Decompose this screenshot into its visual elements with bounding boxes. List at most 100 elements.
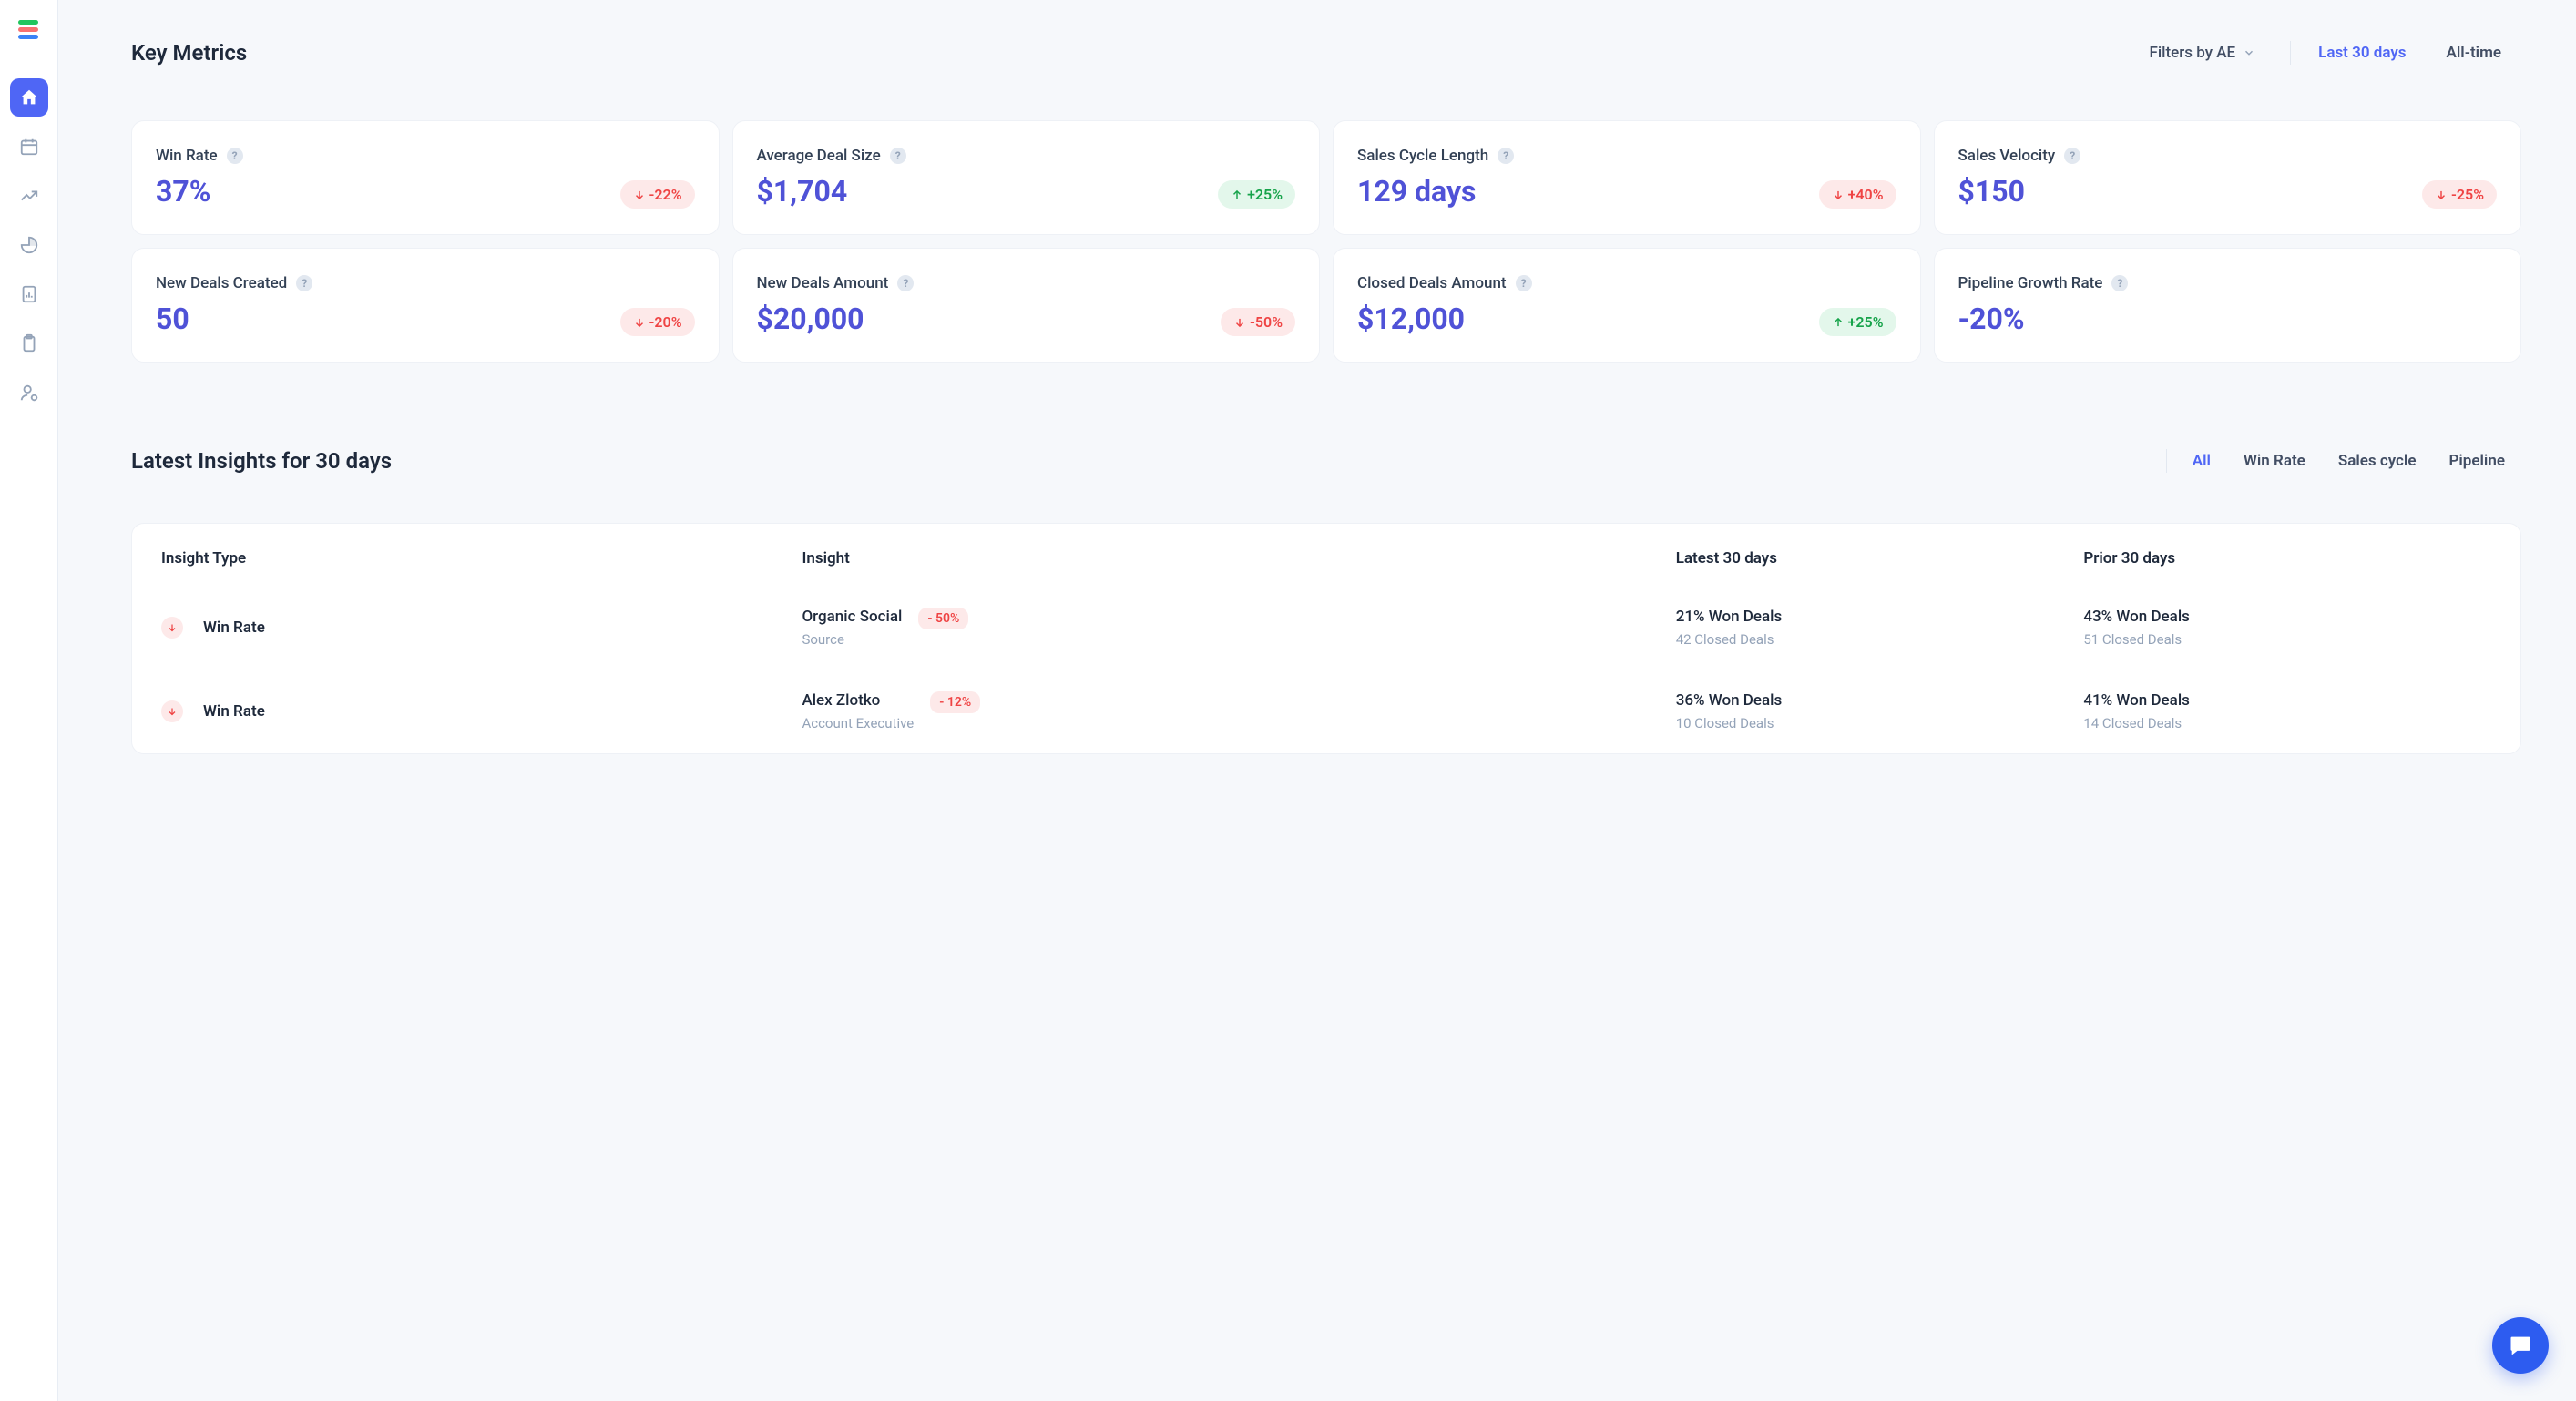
- help-icon[interactable]: ?: [2064, 148, 2080, 164]
- chat-icon: [2508, 1333, 2533, 1358]
- col-latest: Latest 30 days: [1676, 549, 2084, 568]
- trend-icon: [19, 186, 39, 206]
- help-icon[interactable]: ?: [1498, 148, 1514, 164]
- metric-delta-text: -50%: [1250, 313, 1283, 331]
- metric-value: $1,704: [757, 174, 906, 209]
- insights-tab-winrate[interactable]: Win Rate: [2227, 445, 2322, 477]
- metric-card: New Deals Amount? $20,000 -50%: [732, 248, 1321, 363]
- sidebar: [0, 0, 58, 1401]
- insight-sub: Source: [802, 631, 902, 648]
- help-icon[interactable]: ?: [890, 148, 906, 164]
- prior-sub: 51 Closed Deals: [2083, 631, 2491, 648]
- metric-label: New Deals Created: [156, 274, 287, 292]
- main-content: Key Metrics Filters by AE Last 30 days A…: [58, 0, 2576, 1401]
- insight-name: Alex Zlotko: [802, 691, 914, 710]
- metric-card: Win Rate? 37% -22%: [131, 120, 720, 235]
- metric-value: 37%: [156, 174, 243, 209]
- help-icon[interactable]: ?: [2111, 275, 2128, 291]
- pie-icon: [19, 235, 39, 255]
- metric-delta: -25%: [2422, 180, 2497, 209]
- user-gear-icon: [19, 383, 39, 403]
- insights-table: Insight Type Insight Latest 30 days Prio…: [131, 523, 2521, 754]
- nav-pie[interactable]: [10, 226, 48, 264]
- metric-card: Sales Velocity? $150 -25%: [1934, 120, 2522, 235]
- insight-name: Organic Social: [802, 608, 902, 626]
- calendar-icon: [19, 137, 39, 157]
- filter-label: Filters by AE: [2149, 44, 2235, 62]
- insight-delta-badge: - 12%: [930, 691, 980, 713]
- metric-label: Win Rate: [156, 147, 218, 165]
- metric-delta: -22%: [620, 180, 695, 209]
- trend-down-icon: [161, 617, 183, 639]
- col-prior: Prior 30 days: [2083, 549, 2491, 568]
- metric-value: 50: [156, 302, 312, 336]
- latest-main: 21% Won Deals: [1676, 608, 2084, 626]
- metric-delta: -50%: [1221, 308, 1295, 336]
- metric-delta: -20%: [620, 308, 695, 336]
- metric-value: -20%: [1958, 302, 2129, 336]
- metric-delta-text: -20%: [649, 313, 682, 331]
- nav-analytics[interactable]: [10, 177, 48, 215]
- metric-value: $150: [1958, 174, 2081, 209]
- metric-label: Sales Cycle Length: [1357, 147, 1488, 165]
- col-insight-type: Insight Type: [161, 549, 802, 568]
- metric-delta: +25%: [1819, 308, 1896, 336]
- metric-delta-text: +25%: [1247, 186, 1283, 203]
- page-title: Key Metrics: [131, 40, 247, 66]
- home-icon: [19, 87, 39, 107]
- app-logo: [18, 20, 40, 42]
- insights-tab-pipeline[interactable]: Pipeline: [2432, 445, 2521, 477]
- insights-tab-salescycle[interactable]: Sales cycle: [2322, 445, 2433, 477]
- metric-value: $20,000: [757, 302, 915, 336]
- insight-type: Win Rate: [203, 702, 265, 721]
- metric-delta-text: -25%: [2451, 186, 2484, 203]
- insight-type: Win Rate: [203, 619, 265, 637]
- help-icon[interactable]: ?: [1516, 275, 1532, 291]
- table-row[interactable]: Win Rate Alex Zlotko Account Executive - 12…: [132, 670, 2520, 753]
- metric-value: 129 days: [1357, 174, 1514, 209]
- insight-sub: Account Executive: [802, 715, 914, 731]
- latest-sub: 42 Closed Deals: [1676, 631, 2084, 648]
- insight-delta-badge: - 50%: [918, 608, 968, 629]
- metric-label: Sales Velocity: [1958, 147, 2056, 165]
- metric-value: $12,000: [1357, 302, 1532, 336]
- metric-label: Pipeline Growth Rate: [1958, 274, 2103, 292]
- metric-label: Closed Deals Amount: [1357, 274, 1507, 292]
- metric-delta: +25%: [1218, 180, 1295, 209]
- nav-home[interactable]: [10, 78, 48, 117]
- clipboard-icon: [19, 333, 39, 353]
- col-insight: Insight: [802, 549, 1675, 568]
- nav-clipboard[interactable]: [10, 324, 48, 363]
- insights-tab-all[interactable]: All: [2176, 445, 2227, 477]
- metric-card: New Deals Created? 50 -20%: [131, 248, 720, 363]
- range-tab-last-30[interactable]: Last 30 days: [2298, 36, 2426, 69]
- prior-main: 41% Won Deals: [2083, 691, 2491, 710]
- nav-calendar[interactable]: [10, 128, 48, 166]
- prior-main: 43% Won Deals: [2083, 608, 2491, 626]
- metric-card: Sales Cycle Length? 129 days +40%: [1333, 120, 1921, 235]
- help-icon[interactable]: ?: [897, 275, 914, 291]
- report-icon: [19, 284, 39, 304]
- range-tab-all-time[interactable]: All-time: [2427, 36, 2521, 69]
- nav-user-settings[interactable]: [10, 373, 48, 412]
- latest-sub: 10 Closed Deals: [1676, 715, 2084, 731]
- metric-label: Average Deal Size: [757, 147, 881, 165]
- trend-down-icon: [161, 700, 183, 722]
- filter-by-ae[interactable]: Filters by AE: [2121, 36, 2283, 69]
- insights-title: Latest Insights for 30 days: [131, 448, 392, 474]
- metric-card: Average Deal Size? $1,704 +25%: [732, 120, 1321, 235]
- metric-delta-text: +25%: [1848, 313, 1884, 331]
- metric-delta-text: -22%: [649, 186, 682, 203]
- latest-main: 36% Won Deals: [1676, 691, 2084, 710]
- chat-button[interactable]: [2492, 1317, 2549, 1374]
- metric-label: New Deals Amount: [757, 274, 889, 292]
- metric-delta: +40%: [1819, 180, 1896, 209]
- nav-report[interactable]: [10, 275, 48, 313]
- table-row[interactable]: Win Rate Organic Social Source - 50% 21% Won…: [132, 586, 2520, 670]
- metric-delta-text: +40%: [1848, 186, 1884, 203]
- metric-card: Pipeline Growth Rate? -20%: [1934, 248, 2522, 363]
- metric-card: Closed Deals Amount? $12,000 +25%: [1333, 248, 1921, 363]
- prior-sub: 14 Closed Deals: [2083, 715, 2491, 731]
- help-icon[interactable]: ?: [296, 275, 312, 291]
- help-icon[interactable]: ?: [227, 148, 243, 164]
